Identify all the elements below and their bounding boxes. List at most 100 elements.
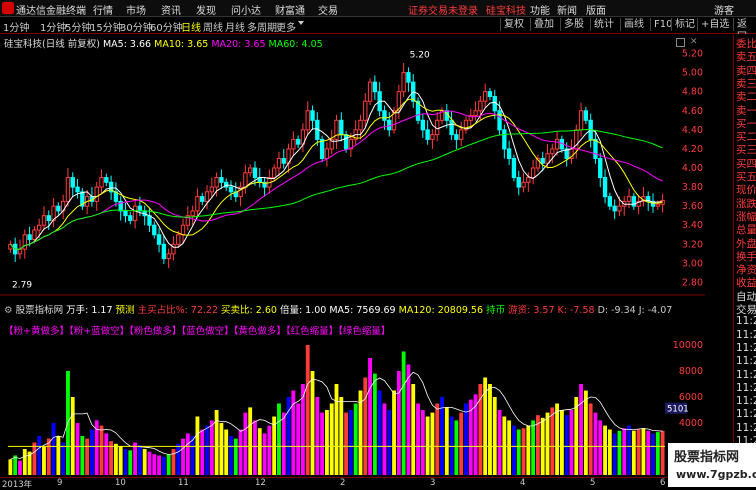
tool-fanhui[interactable]: 返回 bbox=[733, 18, 756, 43]
volume-bar bbox=[622, 428, 627, 475]
menu-shichang[interactable]: 市场 bbox=[126, 2, 146, 17]
volume-chart[interactable]: 1000080006000400020005101 bbox=[0, 312, 705, 477]
menu-gongneng[interactable]: 功能 bbox=[530, 2, 550, 17]
candle-body bbox=[554, 138, 560, 150]
period-multi[interactable]: 多周期 bbox=[247, 19, 277, 34]
close-icon[interactable]: ✕ bbox=[690, 37, 698, 47]
menu-banmian[interactable]: 版面 bbox=[586, 2, 606, 17]
candle-body bbox=[593, 138, 598, 159]
volume-bar bbox=[430, 412, 435, 475]
candle-body bbox=[631, 196, 637, 207]
price-axis-label: 4.00 bbox=[682, 163, 703, 174]
date-axis: 2013年 9 10 11 12 2 3 4 5 6 bbox=[0, 477, 705, 490]
candle-body bbox=[147, 215, 152, 226]
price-axis-label: 4.40 bbox=[682, 125, 703, 136]
volume-bar bbox=[233, 438, 238, 475]
volume-bar bbox=[435, 403, 440, 475]
tool-duogu[interactable]: 多股 bbox=[560, 18, 587, 31]
menu-hangqing[interactable]: 行情 bbox=[93, 2, 113, 17]
volume-bar bbox=[569, 410, 574, 475]
candle-body bbox=[248, 167, 253, 174]
price-axis-label: 3.80 bbox=[682, 182, 703, 193]
volume-bar bbox=[272, 416, 277, 475]
volume-bar bbox=[492, 397, 497, 475]
price-axis-label: 5.00 bbox=[682, 68, 703, 79]
tool-diejia[interactable]: 叠加 bbox=[530, 18, 557, 31]
volume-bar bbox=[464, 403, 468, 475]
candle-body bbox=[502, 129, 507, 150]
volume-bar bbox=[631, 430, 636, 475]
period-1min-a[interactable]: 1分钟 bbox=[3, 19, 29, 34]
quote-panel-label: 11:2 bbox=[736, 381, 756, 394]
menu-faxian[interactable]: 发现 bbox=[196, 2, 216, 17]
volume-bar bbox=[133, 442, 138, 475]
volume-bar bbox=[161, 456, 166, 475]
candle-body bbox=[190, 210, 195, 217]
period-1min-b[interactable]: 1分钟 bbox=[40, 19, 66, 34]
candle-body bbox=[310, 110, 315, 121]
volume-bar bbox=[416, 403, 420, 475]
volume-bar bbox=[368, 358, 372, 475]
volume-bar bbox=[636, 429, 641, 475]
period-60min[interactable]: 60分钟 bbox=[150, 19, 183, 34]
tool-tongji[interactable]: 统计 bbox=[590, 18, 617, 31]
tool-huaxian[interactable]: 画线 bbox=[620, 18, 647, 31]
price-axis-label: 5.20 bbox=[682, 49, 703, 60]
candle-body bbox=[478, 100, 483, 112]
period-daily[interactable]: 日线 bbox=[181, 19, 201, 34]
volume-bar bbox=[372, 373, 377, 475]
period-30min[interactable]: 30分钟 bbox=[120, 19, 153, 34]
volume-bar bbox=[118, 446, 123, 475]
candle-body bbox=[382, 110, 387, 121]
volume-bar bbox=[497, 410, 502, 475]
menu-xinwen[interactable]: 新闻 bbox=[557, 2, 577, 17]
candle-body bbox=[56, 205, 61, 212]
candle-body bbox=[473, 110, 478, 117]
maximize-icon[interactable] bbox=[676, 38, 685, 47]
candle-body bbox=[176, 234, 181, 245]
menu-jiaoyi[interactable]: 交易 bbox=[318, 2, 338, 17]
volume-bar bbox=[550, 407, 555, 475]
candle-body bbox=[252, 167, 258, 179]
tool-biaoji[interactable]: 标记 bbox=[671, 18, 698, 31]
tool-fuquan[interactable]: 复权 bbox=[500, 18, 527, 31]
volume-bar bbox=[315, 397, 320, 475]
menu-caifutong[interactable]: 财富通 bbox=[275, 2, 305, 17]
volume-bar bbox=[277, 403, 281, 475]
volume-bar bbox=[459, 412, 464, 475]
ma60-value: MA60: 4.05 bbox=[268, 39, 323, 50]
app-logo-icon bbox=[2, 2, 14, 14]
candle-body bbox=[334, 119, 339, 140]
tool-zixuan[interactable]: +自选 bbox=[697, 18, 732, 31]
menu-youke[interactable]: 游客 bbox=[714, 2, 734, 17]
period-weekly[interactable]: 周线 bbox=[203, 19, 223, 34]
period-more[interactable]: 更多 bbox=[276, 19, 296, 34]
volume-bar bbox=[526, 425, 531, 475]
candlestick-chart[interactable]: 5.20 5.00 4.80 4.60 4.40 4.20 4.00 3.80 3.60 3.40… bbox=[0, 34, 705, 296]
more-dropdown-icon[interactable] bbox=[298, 21, 304, 25]
volume-bar bbox=[113, 443, 118, 475]
candle-body bbox=[36, 224, 42, 231]
volume-marker-label: 5101 bbox=[667, 405, 689, 415]
menu-zixun[interactable]: 资讯 bbox=[161, 2, 181, 17]
volume-bar bbox=[243, 412, 248, 475]
candle-body bbox=[228, 186, 234, 193]
candle-body bbox=[94, 186, 99, 202]
volume-bar bbox=[281, 412, 286, 475]
volume-bar bbox=[382, 403, 387, 475]
volume-bar bbox=[176, 443, 181, 475]
period-monthly[interactable]: 月线 bbox=[225, 19, 245, 34]
menu-wenxiaoda[interactable]: 问小达 bbox=[231, 2, 261, 17]
volume-bar bbox=[137, 445, 142, 475]
candle-body bbox=[166, 253, 171, 260]
candle-body bbox=[626, 196, 632, 202]
price-axis-label: 4.80 bbox=[682, 87, 703, 98]
volume-bar bbox=[209, 420, 214, 475]
period-15min[interactable]: 15分钟 bbox=[90, 19, 123, 34]
quote-panel-label: 11:2 bbox=[736, 341, 756, 354]
login-warning[interactable]: 证券交易未登录 bbox=[408, 2, 478, 17]
candle-body bbox=[161, 243, 167, 260]
volume-bar bbox=[329, 403, 334, 475]
period-5min[interactable]: 5分钟 bbox=[65, 19, 91, 34]
candle-body bbox=[358, 119, 363, 131]
